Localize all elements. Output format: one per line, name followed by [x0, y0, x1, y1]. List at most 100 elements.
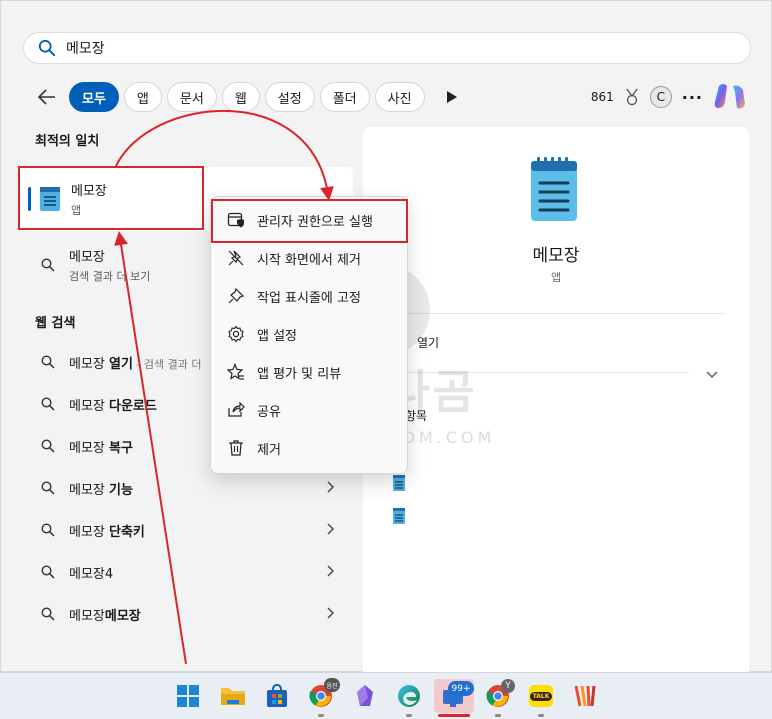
menu-uninstall[interactable]: 제거 [211, 429, 407, 467]
web-item-bold: 열기 [109, 356, 133, 372]
star-review-icon [227, 363, 244, 380]
recent-heading: 항목 [405, 409, 428, 423]
search-icon [41, 523, 55, 537]
web-item-bold: 4 [104, 566, 114, 582]
filter-chip-photos[interactable]: 사진 [374, 82, 425, 112]
details-app-type: 앱 [550, 271, 562, 284]
search-input[interactable] [66, 40, 666, 56]
notepad-icon[interactable] [393, 508, 405, 524]
chevron-right-icon[interactable] [323, 564, 337, 578]
search-icon [41, 565, 55, 579]
web-item-text: 메모장 [69, 566, 105, 582]
file-explorer-button[interactable] [216, 679, 250, 713]
open-action[interactable]: 열기 [417, 334, 439, 351]
web-item[interactable]: 메모장메모장 [19, 593, 353, 635]
rewards-points: 861 [590, 90, 614, 104]
unpin-icon [228, 250, 244, 266]
store-bag-icon [267, 684, 287, 707]
chrome-button[interactable]: 음진 [304, 678, 340, 717]
share-icon [228, 401, 245, 417]
running-indicator [538, 714, 544, 717]
web-item[interactable]: 메모장4 [19, 551, 353, 593]
web-item[interactable]: 메모장 단축키 [19, 509, 353, 551]
messenger-app-button[interactable]: 99+ [434, 679, 474, 717]
edge-icon [398, 685, 420, 707]
store-button[interactable] [260, 679, 294, 713]
filter-chip-web[interactable]: 웹 [221, 82, 260, 112]
results-list: 최적의 일치 메모장 앱 메모장 검색 결과 더 보기 웹 검색 메모장 열기 … [19, 127, 355, 624]
web-item-text: 메모장 [69, 398, 110, 414]
search-icon [41, 397, 55, 411]
stripes-app-icon [574, 685, 596, 707]
web-item-bold: 메모장 [104, 608, 141, 624]
menu-app-settings[interactable]: 앱 설정 [211, 315, 407, 353]
chevron-right-icon[interactable] [323, 480, 337, 494]
start-button[interactable] [171, 679, 205, 713]
taskbar: 음진 99+ Y TALK [0, 672, 772, 719]
filter-bar: 모두 앱 문서 웹 설정 폴더 사진 861 C ··· [31, 81, 751, 113]
folder-icon [221, 688, 245, 705]
back-button[interactable] [31, 81, 63, 113]
chevron-right-icon[interactable] [323, 606, 337, 620]
search-icon [41, 355, 55, 369]
search-icon [41, 481, 55, 495]
web-item-text: 메모장 [69, 482, 110, 498]
menu-item-label: 시작 화면에서 제거 [257, 252, 361, 268]
crystal-icon [357, 685, 373, 706]
menu-item-label: 공유 [257, 404, 281, 420]
copilot-icon[interactable] [713, 82, 747, 112]
kakaotalk-icon: TALK [529, 685, 553, 707]
chevron-right-icon[interactable] [323, 522, 337, 536]
best-match-heading: 최적의 일치 [35, 133, 100, 149]
running-indicator [318, 714, 324, 717]
more-options-icon[interactable]: ··· [682, 88, 703, 107]
web-item-text: 메모장 [69, 440, 110, 456]
account-avatar[interactable]: C [649, 86, 672, 108]
web-item-bold: 기능 [109, 482, 133, 498]
play-icon [446, 91, 457, 103]
menu-pin-taskbar[interactable]: 작업 표시줄에 고정 [211, 277, 407, 315]
web-item-bold: 다운로드 [109, 398, 157, 414]
pin-icon [228, 287, 245, 304]
notepad-icon [531, 157, 577, 221]
web-item-bold: 복구 [109, 440, 133, 456]
kakaotalk-button[interactable]: TALK [524, 679, 558, 717]
search-icon [38, 39, 56, 57]
app-details-pane: 메모장 앱 열기 항목 [363, 127, 749, 673]
filter-chip-settings[interactable]: 설정 [264, 82, 315, 112]
filter-chip-folders[interactable]: 폴더 [319, 82, 370, 112]
notepad-icon[interactable] [393, 475, 405, 491]
search-icon [41, 607, 55, 621]
menu-share[interactable]: 공유 [211, 391, 407, 429]
web-item-text: 메모장 [69, 608, 105, 624]
active-indicator [438, 714, 470, 717]
stripes-app-button[interactable] [568, 679, 602, 713]
search-icon [41, 439, 55, 453]
right-tools: 861 C ··· [591, 81, 747, 113]
details-app-name: 메모장 [532, 246, 580, 266]
web-item-text: 메모장 [69, 524, 110, 540]
obsidian-button[interactable] [348, 679, 382, 713]
medal-icon[interactable] [624, 88, 640, 106]
menu-unpin-start[interactable]: 시작 화면에서 제거 [211, 239, 407, 277]
search-row-name: 메모장 [69, 250, 105, 265]
search-box[interactable] [23, 32, 751, 64]
trash-icon [229, 440, 243, 456]
more-filters-button[interactable] [440, 82, 464, 112]
gear-icon [228, 325, 244, 343]
search-row-sub: 검색 결과 더 보기 [69, 270, 151, 283]
edge-button[interactable] [392, 679, 426, 717]
filter-chip-all[interactable]: 모두 [69, 82, 119, 112]
menu-item-label: 앱 설정 [257, 328, 298, 344]
divider [399, 372, 689, 373]
highlight-best-match [18, 166, 204, 230]
filter-chip-documents[interactable]: 문서 [166, 82, 217, 112]
chrome-profile2-button[interactable]: Y [481, 679, 515, 717]
running-indicator [495, 714, 501, 717]
chevron-down-icon[interactable] [705, 367, 719, 381]
filter-chip-apps[interactable]: 앱 [123, 82, 162, 112]
profile-badge: 음진 [324, 678, 340, 692]
unread-badge: 99+ [448, 681, 474, 696]
menu-rate-review[interactable]: 앱 평가 및 리뷰 [211, 353, 407, 391]
search-icon [41, 258, 55, 272]
